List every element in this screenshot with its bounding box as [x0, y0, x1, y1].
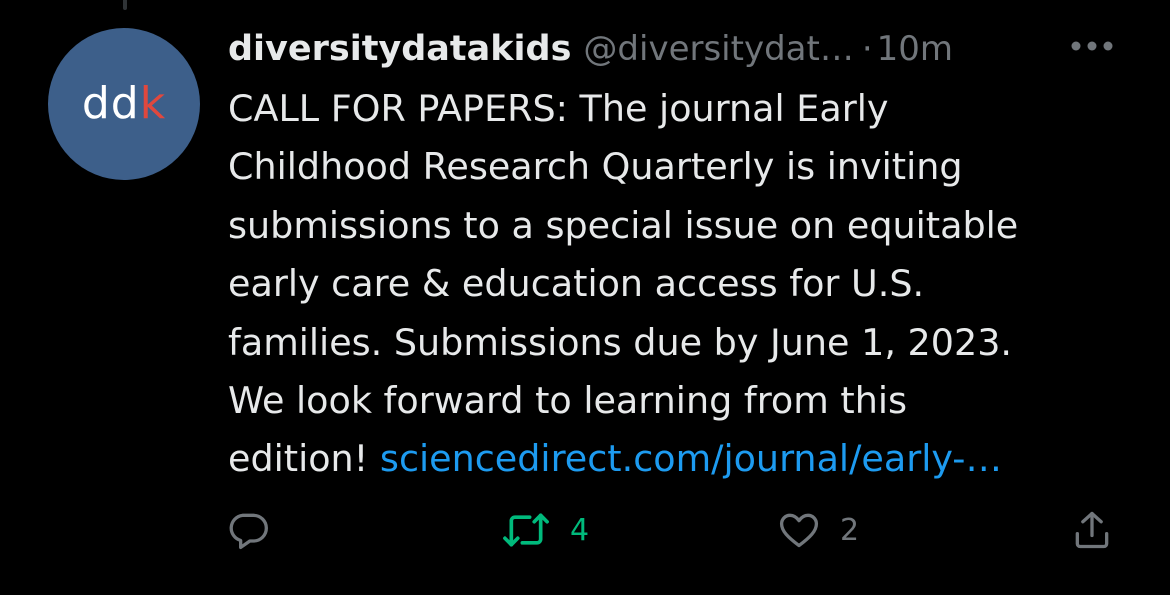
header-separator: · [861, 29, 873, 69]
reply-icon [226, 508, 270, 552]
avatar-logo-accent: k [139, 78, 167, 129]
tweet-text-line: submissions to a special issue on equita… [228, 203, 1019, 247]
heart-icon [776, 508, 822, 552]
action-bar: 4 2 [0, 500, 1170, 560]
retweet-count: 4 [570, 512, 590, 548]
like-count: 2 [840, 512, 860, 548]
author-handle[interactable]: @diversitydat… [583, 29, 853, 69]
tweet-text-line: families. Submissions due by June 1, 202… [228, 320, 1013, 364]
share-icon [1070, 508, 1114, 552]
tweet-text-line: We look forward to learning from this [228, 379, 907, 423]
thread-line [123, 0, 127, 10]
avatar[interactable]: ddk [48, 28, 200, 180]
more-options-button[interactable] [1066, 28, 1118, 64]
retweet-button[interactable]: 4 [500, 500, 589, 560]
tweet-text-line: CALL FOR PAPERS: The journal Early [228, 87, 889, 130]
tweet-header: diversitydatakids @diversitydat… · 10m [228, 24, 1128, 74]
tweet-text: CALL FOR PAPERS: The journal Early Child… [228, 80, 1158, 489]
more-icon [1070, 37, 1114, 56]
avatar-logo: ddk [82, 82, 166, 126]
tweet-link[interactable]: sciencedirect.com/journal/early-… [380, 437, 1002, 480]
tweet-text-line: Childhood Research Quarterly is inviting [228, 145, 963, 189]
share-button[interactable] [1070, 500, 1114, 560]
reply-button[interactable] [226, 500, 270, 560]
tweet-text-line: early care & education access for U.S. [228, 262, 925, 306]
avatar-logo-main: dd [81, 78, 140, 129]
retweet-icon [500, 508, 552, 552]
tweet-text-last-line: edition! sciencedirect.com/journal/early… [228, 430, 1158, 488]
tweet-timestamp[interactable]: 10m [877, 29, 953, 69]
like-button[interactable]: 2 [776, 500, 859, 560]
tweet[interactable]: ddk diversitydatakids @diversitydat… · 1… [0, 0, 1170, 595]
author-display-name[interactable]: diversitydatakids [228, 29, 571, 69]
tweet-text-fragment: edition! [228, 437, 380, 481]
